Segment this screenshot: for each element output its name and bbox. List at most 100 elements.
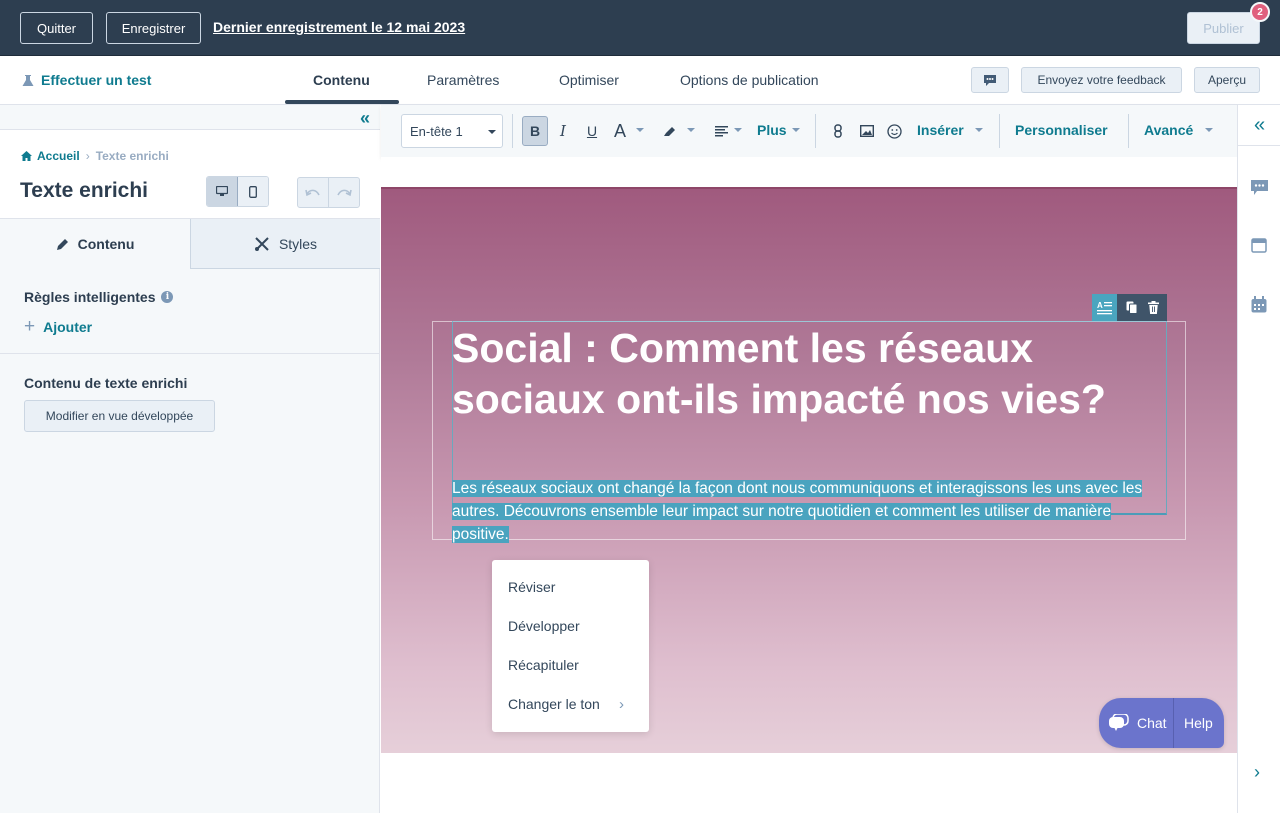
panel-tab-styles-label: Styles	[278, 235, 318, 252]
tab-optimize[interactable]: Optimiser	[559, 72, 619, 88]
undo-redo-group	[297, 177, 360, 208]
menu-item-expand[interactable]: Développer	[508, 618, 580, 634]
expanded-edit-button[interactable]: Modifier en vue développée	[24, 400, 215, 432]
quit-button[interactable]: Quitter	[20, 12, 93, 44]
panel-header: Accueil › Texte enrichi Texte enrichi	[0, 130, 380, 219]
emoji-icon	[887, 123, 902, 139]
desktop-view-button[interactable]	[207, 177, 238, 206]
image-button[interactable]	[859, 117, 874, 145]
font-color-button[interactable]: A	[612, 117, 628, 145]
last-saved-link[interactable]: Dernier enregistrement le 12 mai 2023	[213, 19, 465, 35]
text-style-select[interactable]: En-tête 1	[401, 114, 503, 148]
chat-button[interactable]: Chat	[1099, 698, 1174, 748]
comment-icon	[1251, 180, 1268, 195]
trash-icon[interactable]	[1147, 301, 1159, 314]
publish-button[interactable]: Publier	[1187, 12, 1260, 44]
expand-right-icon[interactable]: «	[1238, 105, 1280, 146]
add-rule-label: Ajouter	[43, 319, 93, 335]
hero-body-selected[interactable]: Les réseaux sociaux ont changé la façon …	[452, 477, 1152, 546]
mobile-icon	[249, 185, 257, 198]
comments-rail-button[interactable]	[1251, 180, 1268, 201]
breadcrumb-current: Texte enrichi	[95, 149, 169, 163]
more-button[interactable]: Plus	[757, 122, 787, 138]
panel-tab-content-label: Contenu	[77, 236, 135, 252]
highlight-button[interactable]	[662, 117, 678, 145]
menu-item-change-tone[interactable]: Changer le ton	[508, 696, 600, 712]
highlight-caret-icon[interactable]	[687, 128, 695, 132]
chat-label: Chat	[1137, 715, 1167, 731]
align-button[interactable]	[714, 117, 728, 145]
redo-button[interactable]	[329, 178, 359, 207]
underline-button[interactable]: U	[585, 117, 599, 145]
image-icon	[859, 125, 874, 137]
toolbar-separator	[999, 114, 1000, 148]
feedback-button[interactable]: Envoyez votre feedback	[1021, 67, 1182, 93]
tab-publish-options[interactable]: Options de publication	[680, 72, 819, 88]
menu-item-revise[interactable]: Réviser	[508, 579, 555, 595]
redo-icon	[337, 189, 352, 196]
brush-icon	[254, 236, 269, 251]
rich-text-content-label: Contenu de texte enrichi	[24, 375, 188, 391]
run-test-link[interactable]: Effectuer un test	[22, 72, 151, 88]
run-test-label: Effectuer un test	[41, 72, 152, 88]
bold-button[interactable]: B	[522, 116, 548, 146]
divider	[0, 353, 380, 354]
collapse-left-icon[interactable]: «	[360, 108, 370, 129]
breadcrumb-home[interactable]: Accueil	[21, 149, 80, 163]
save-button[interactable]: Enregistrer	[106, 12, 201, 44]
duplicate-icon[interactable]	[1126, 301, 1138, 314]
insert-caret-icon[interactable]	[975, 128, 983, 132]
panel-tabs: Contenu Styles	[0, 219, 380, 269]
link-button[interactable]	[833, 117, 843, 145]
layout-icon	[1251, 238, 1267, 253]
tab-content[interactable]: Contenu	[313, 72, 370, 88]
breadcrumb-separator: ›	[85, 149, 90, 163]
flask-icon	[22, 74, 34, 86]
insert-button[interactable]: Insérer	[917, 122, 964, 138]
editor-canvas: A Social : Comment les réseaux sociaux o…	[381, 157, 1237, 813]
emoji-button[interactable]	[887, 117, 902, 145]
chat-widget: Chat Help	[1099, 698, 1224, 748]
info-icon[interactable]: i	[161, 291, 174, 303]
menu-item-summarize[interactable]: Récapituler	[508, 657, 579, 673]
help-button[interactable]: Help	[1174, 698, 1224, 748]
font-color-caret-icon[interactable]	[636, 128, 644, 132]
home-icon	[21, 151, 32, 161]
tab-settings[interactable]: Paramètres	[427, 72, 499, 88]
personalize-button[interactable]: Personnaliser	[1015, 122, 1108, 138]
layout-rail-button[interactable]	[1251, 238, 1267, 259]
toolbar-separator	[512, 114, 513, 148]
italic-button[interactable]: I	[557, 117, 569, 145]
calendar-rail-button[interactable]	[1251, 296, 1267, 318]
mobile-view-button[interactable]	[238, 177, 268, 206]
highlighter-icon	[664, 127, 675, 136]
panel-tab-styles[interactable]: Styles	[190, 219, 380, 269]
smart-rules-label: Règles intelligentes i	[24, 289, 174, 305]
chevron-right-icon[interactable]: ›	[1254, 762, 1260, 783]
more-caret-icon[interactable]	[792, 128, 800, 132]
left-panel: « Accueil › Texte enrichi Texte enrichi	[0, 105, 380, 813]
edit-module-button[interactable]: A	[1092, 294, 1117, 321]
module-toolbar: A	[1092, 294, 1167, 321]
add-rule-link[interactable]: + Ajouter	[24, 316, 92, 338]
pencil-icon	[56, 238, 68, 250]
toolbar-separator	[815, 114, 816, 148]
link-icon	[834, 124, 842, 138]
comments-button[interactable]	[971, 67, 1009, 93]
smart-rules-text: Règles intelligentes	[24, 289, 156, 305]
advanced-caret-icon[interactable]	[1205, 128, 1213, 132]
svg-text:A: A	[1097, 301, 1103, 310]
panel-tab-content[interactable]: Contenu	[0, 219, 190, 269]
device-toggle	[206, 176, 269, 207]
hero-title[interactable]: Social : Comment les réseaux sociaux ont…	[452, 323, 1172, 425]
calendar-icon	[1251, 296, 1267, 313]
preview-button[interactable]: Aperçu	[1194, 67, 1260, 93]
plus-icon: +	[24, 316, 36, 337]
right-rail: « ›	[1237, 105, 1280, 813]
ai-context-menu: Réviser Développer Récapituler Changer l…	[492, 560, 649, 732]
undo-button[interactable]	[298, 178, 329, 207]
publish-badge: 2	[1250, 2, 1270, 22]
align-caret-icon[interactable]	[734, 128, 742, 132]
selected-text: Les réseaux sociaux ont changé la façon …	[452, 480, 1143, 543]
advanced-button[interactable]: Avancé	[1144, 122, 1193, 138]
